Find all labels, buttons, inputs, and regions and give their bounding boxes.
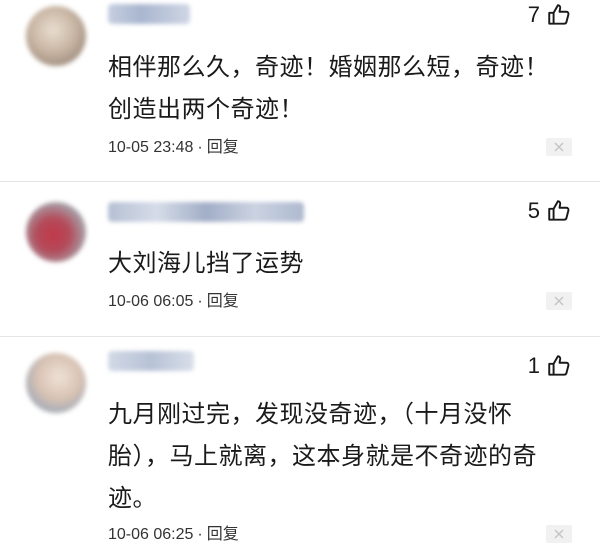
like-button[interactable]: 7 xyxy=(528,2,572,28)
comment-time: 10-05 23:48 xyxy=(108,139,194,156)
avatar[interactable] xyxy=(26,6,86,66)
close-icon xyxy=(554,296,564,306)
close-icon xyxy=(554,529,564,539)
comment-meta: 10-05 23:48 · 回复 xyxy=(108,138,239,158)
like-count: 5 xyxy=(527,198,540,223)
thumbs-up-icon xyxy=(548,4,570,25)
thumbs-up-icon xyxy=(548,200,570,221)
comment-item: 1 九月刚过完，发现没奇迹，（十月没怀胎），马上就离，这本身就是不奇迹的奇迹。 … xyxy=(0,337,600,557)
dismiss-button[interactable] xyxy=(546,292,572,310)
meta-separator: · xyxy=(197,526,203,543)
comment-text: 相伴那么久，奇迹！婚姻那么短，奇迹！创造出两个奇迹！ xyxy=(108,53,549,123)
like-count: 7 xyxy=(527,2,540,27)
close-icon xyxy=(554,142,564,152)
dismiss-button[interactable] xyxy=(546,138,572,156)
comment-time: 10-06 06:05 xyxy=(108,293,194,310)
comment-item: 7 相伴那么久，奇迹！婚姻那么短，奇迹！创造出两个奇迹！ 10-05 23:48… xyxy=(0,0,600,180)
avatar[interactable] xyxy=(26,202,86,262)
avatar[interactable] xyxy=(26,353,86,413)
username-blurred[interactable] xyxy=(108,351,194,371)
comment-meta: 10-06 06:05 · 回复 xyxy=(108,292,239,312)
username-blurred[interactable] xyxy=(108,202,304,222)
comment-text: 大刘海儿挡了运势 xyxy=(108,249,304,277)
reply-link[interactable]: 回复 xyxy=(207,526,239,543)
comment-time: 10-06 06:25 xyxy=(108,526,194,543)
comment-text: 九月刚过完，发现没奇迹，（十月没怀胎），马上就离，这本身就是不奇迹的奇迹。 xyxy=(108,400,537,512)
like-count: 1 xyxy=(527,353,540,378)
like-button[interactable]: 1 xyxy=(528,353,572,379)
comment-meta: 10-06 06:25 · 回复 xyxy=(108,525,239,545)
username-blurred[interactable] xyxy=(108,4,190,24)
thumbs-up-icon xyxy=(548,355,570,376)
reply-link[interactable]: 回复 xyxy=(207,293,239,310)
reply-link[interactable]: 回复 xyxy=(207,139,239,156)
meta-separator: · xyxy=(197,139,203,156)
dismiss-button[interactable] xyxy=(546,525,572,543)
like-button[interactable]: 5 xyxy=(528,198,572,224)
comment-item: 5 大刘海儿挡了运势 10-06 06:05 · 回复 xyxy=(0,182,600,334)
meta-separator: · xyxy=(197,293,203,310)
